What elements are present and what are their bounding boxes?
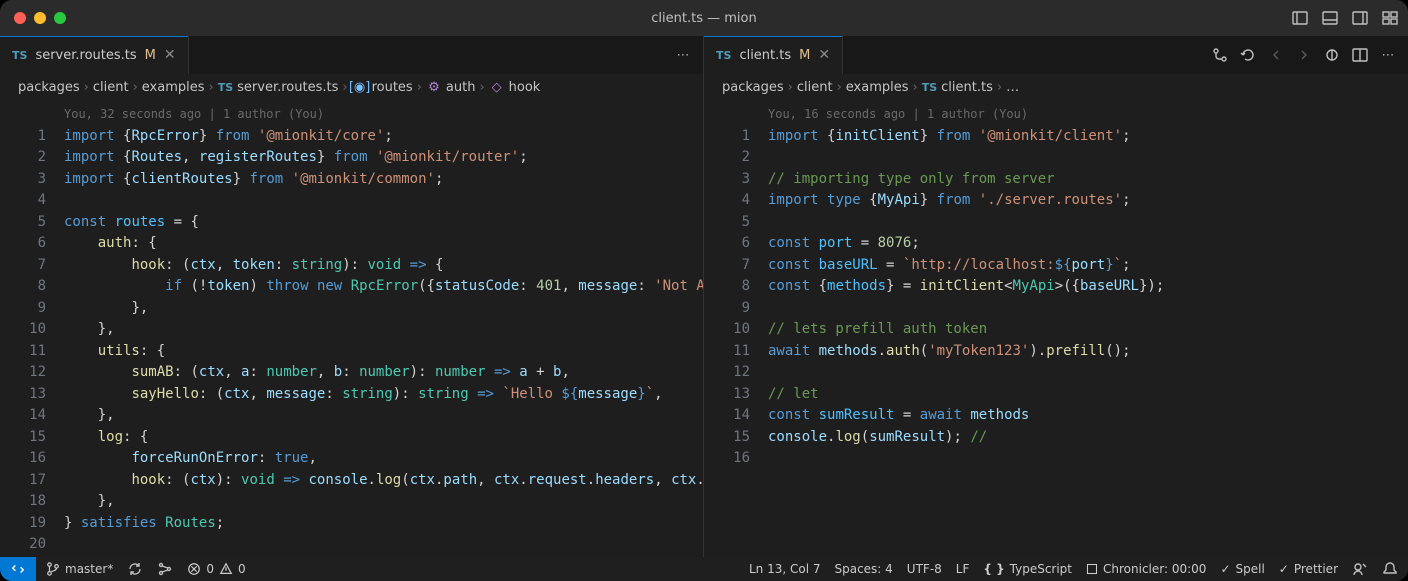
window-title: client.ts — mion [0, 11, 1408, 26]
tab-filename: client.ts [739, 48, 791, 63]
graph-icon[interactable] [157, 561, 173, 577]
crumb: client [797, 80, 833, 95]
lang-mode-item[interactable]: { }TypeScript [983, 562, 1072, 576]
status-left: master* 0 0 [36, 561, 256, 577]
tab-bar-left: TS server.routes.ts M ✕ ⋯ [0, 36, 703, 74]
crumb: examples [142, 80, 205, 95]
more-actions-icon[interactable]: ⋯ [675, 47, 691, 63]
compare-changes-icon[interactable] [1212, 47, 1228, 63]
breadcrumbs-left[interactable]: packages› client› examples› TS server.ro… [0, 74, 703, 100]
breadcrumbs-right[interactable]: packages› client› examples› TS client.ts… [704, 74, 1408, 100]
chronicler-item[interactable]: Chronicler: 00:00 [1086, 562, 1206, 576]
revert-icon[interactable] [1240, 47, 1256, 63]
customize-layout-icon[interactable] [1382, 10, 1398, 26]
crumb: examples [846, 80, 909, 95]
crumb: TS client.ts [922, 80, 993, 95]
problems-item[interactable]: 0 0 [187, 562, 245, 576]
tab-actions-left: ⋯ [663, 36, 703, 74]
code-editor-right[interactable]: 12345678910111213141516 You, 16 seconds … [704, 100, 1408, 557]
tab-client[interactable]: TS client.ts M ✕ [704, 36, 843, 74]
lang-badge: TS [12, 49, 27, 62]
split-editor-icon[interactable] [1352, 47, 1368, 63]
prettier-item[interactable]: ✓Prettier [1279, 562, 1338, 576]
method-icon: ◇ [489, 79, 505, 95]
sync-icon[interactable] [127, 561, 143, 577]
editor-pane-left: TS server.routes.ts M ✕ ⋯ packages› clie… [0, 36, 704, 557]
prev-change-icon[interactable] [1268, 47, 1284, 63]
crumb: TS server.routes.ts [218, 80, 339, 95]
indent-item[interactable]: Spaces: 4 [834, 562, 892, 576]
tab-modified-indicator: M [799, 48, 810, 63]
next-change-icon[interactable] [1296, 47, 1312, 63]
tab-modified-indicator: M [145, 48, 156, 63]
toggle-whitespace-icon[interactable] [1324, 47, 1340, 63]
remote-indicator[interactable] [0, 557, 36, 581]
titlebar: client.ts — mion [0, 0, 1408, 36]
close-tab-icon[interactable]: ✕ [818, 47, 830, 63]
branch-item[interactable]: master* [46, 562, 113, 576]
code-editor-left[interactable]: 1234567891011121314151617181920 You, 32 … [0, 100, 703, 557]
gutter-left: 1234567891011121314151617181920 [0, 100, 62, 557]
crumb: packages [722, 80, 784, 95]
crumb: … [1006, 80, 1019, 95]
code-body-left[interactable]: You, 32 seconds ago | 1 author (You)impo… [62, 100, 703, 557]
close-tab-icon[interactable]: ✕ [164, 47, 176, 63]
crumb: ⚙auth [426, 79, 476, 95]
layout-controls [1292, 10, 1398, 26]
editor-pane-right: TS client.ts M ✕ ⋯ packages› client› [704, 36, 1408, 557]
eol-item[interactable]: LF [956, 562, 970, 576]
tab-filename: server.routes.ts [35, 48, 136, 63]
tab-server-routes[interactable]: TS server.routes.ts M ✕ [0, 36, 189, 74]
more-actions-icon[interactable]: ⋯ [1380, 47, 1396, 63]
editor-split: TS server.routes.ts M ✕ ⋯ packages› clie… [0, 36, 1408, 557]
toggle-primary-sidebar-icon[interactable] [1292, 10, 1308, 26]
spell-item[interactable]: ✓Spell [1220, 562, 1264, 576]
method-icon: ⚙ [426, 79, 442, 95]
crumb: ◇hook [489, 79, 541, 95]
encoding-item[interactable]: UTF-8 [907, 562, 942, 576]
variable-icon: [◉] [352, 79, 368, 95]
crumb: [◉]routes [352, 79, 413, 95]
toggle-secondary-sidebar-icon[interactable] [1352, 10, 1368, 26]
gutter-right: 12345678910111213141516 [704, 100, 766, 557]
tab-actions-right: ⋯ [1200, 36, 1408, 74]
crumb: client [93, 80, 129, 95]
status-bar: master* 0 0 Ln 13, Col 7 Spaces: 4 UTF-8… [0, 557, 1408, 581]
tab-bar-right: TS client.ts M ✕ ⋯ [704, 36, 1408, 74]
code-body-right[interactable]: You, 16 seconds ago | 1 author (You)impo… [766, 100, 1408, 557]
app-window: client.ts — mion TS server.routes.ts M ✕… [0, 0, 1408, 581]
feedback-icon[interactable] [1352, 561, 1368, 577]
cursor-position[interactable]: Ln 13, Col 7 [749, 562, 821, 576]
status-right: Ln 13, Col 7 Spaces: 4 UTF-8 LF { }TypeS… [739, 561, 1408, 577]
crumb: packages [18, 80, 80, 95]
notifications-icon[interactable] [1382, 561, 1398, 577]
lang-badge: TS [716, 49, 731, 62]
toggle-panel-icon[interactable] [1322, 10, 1338, 26]
